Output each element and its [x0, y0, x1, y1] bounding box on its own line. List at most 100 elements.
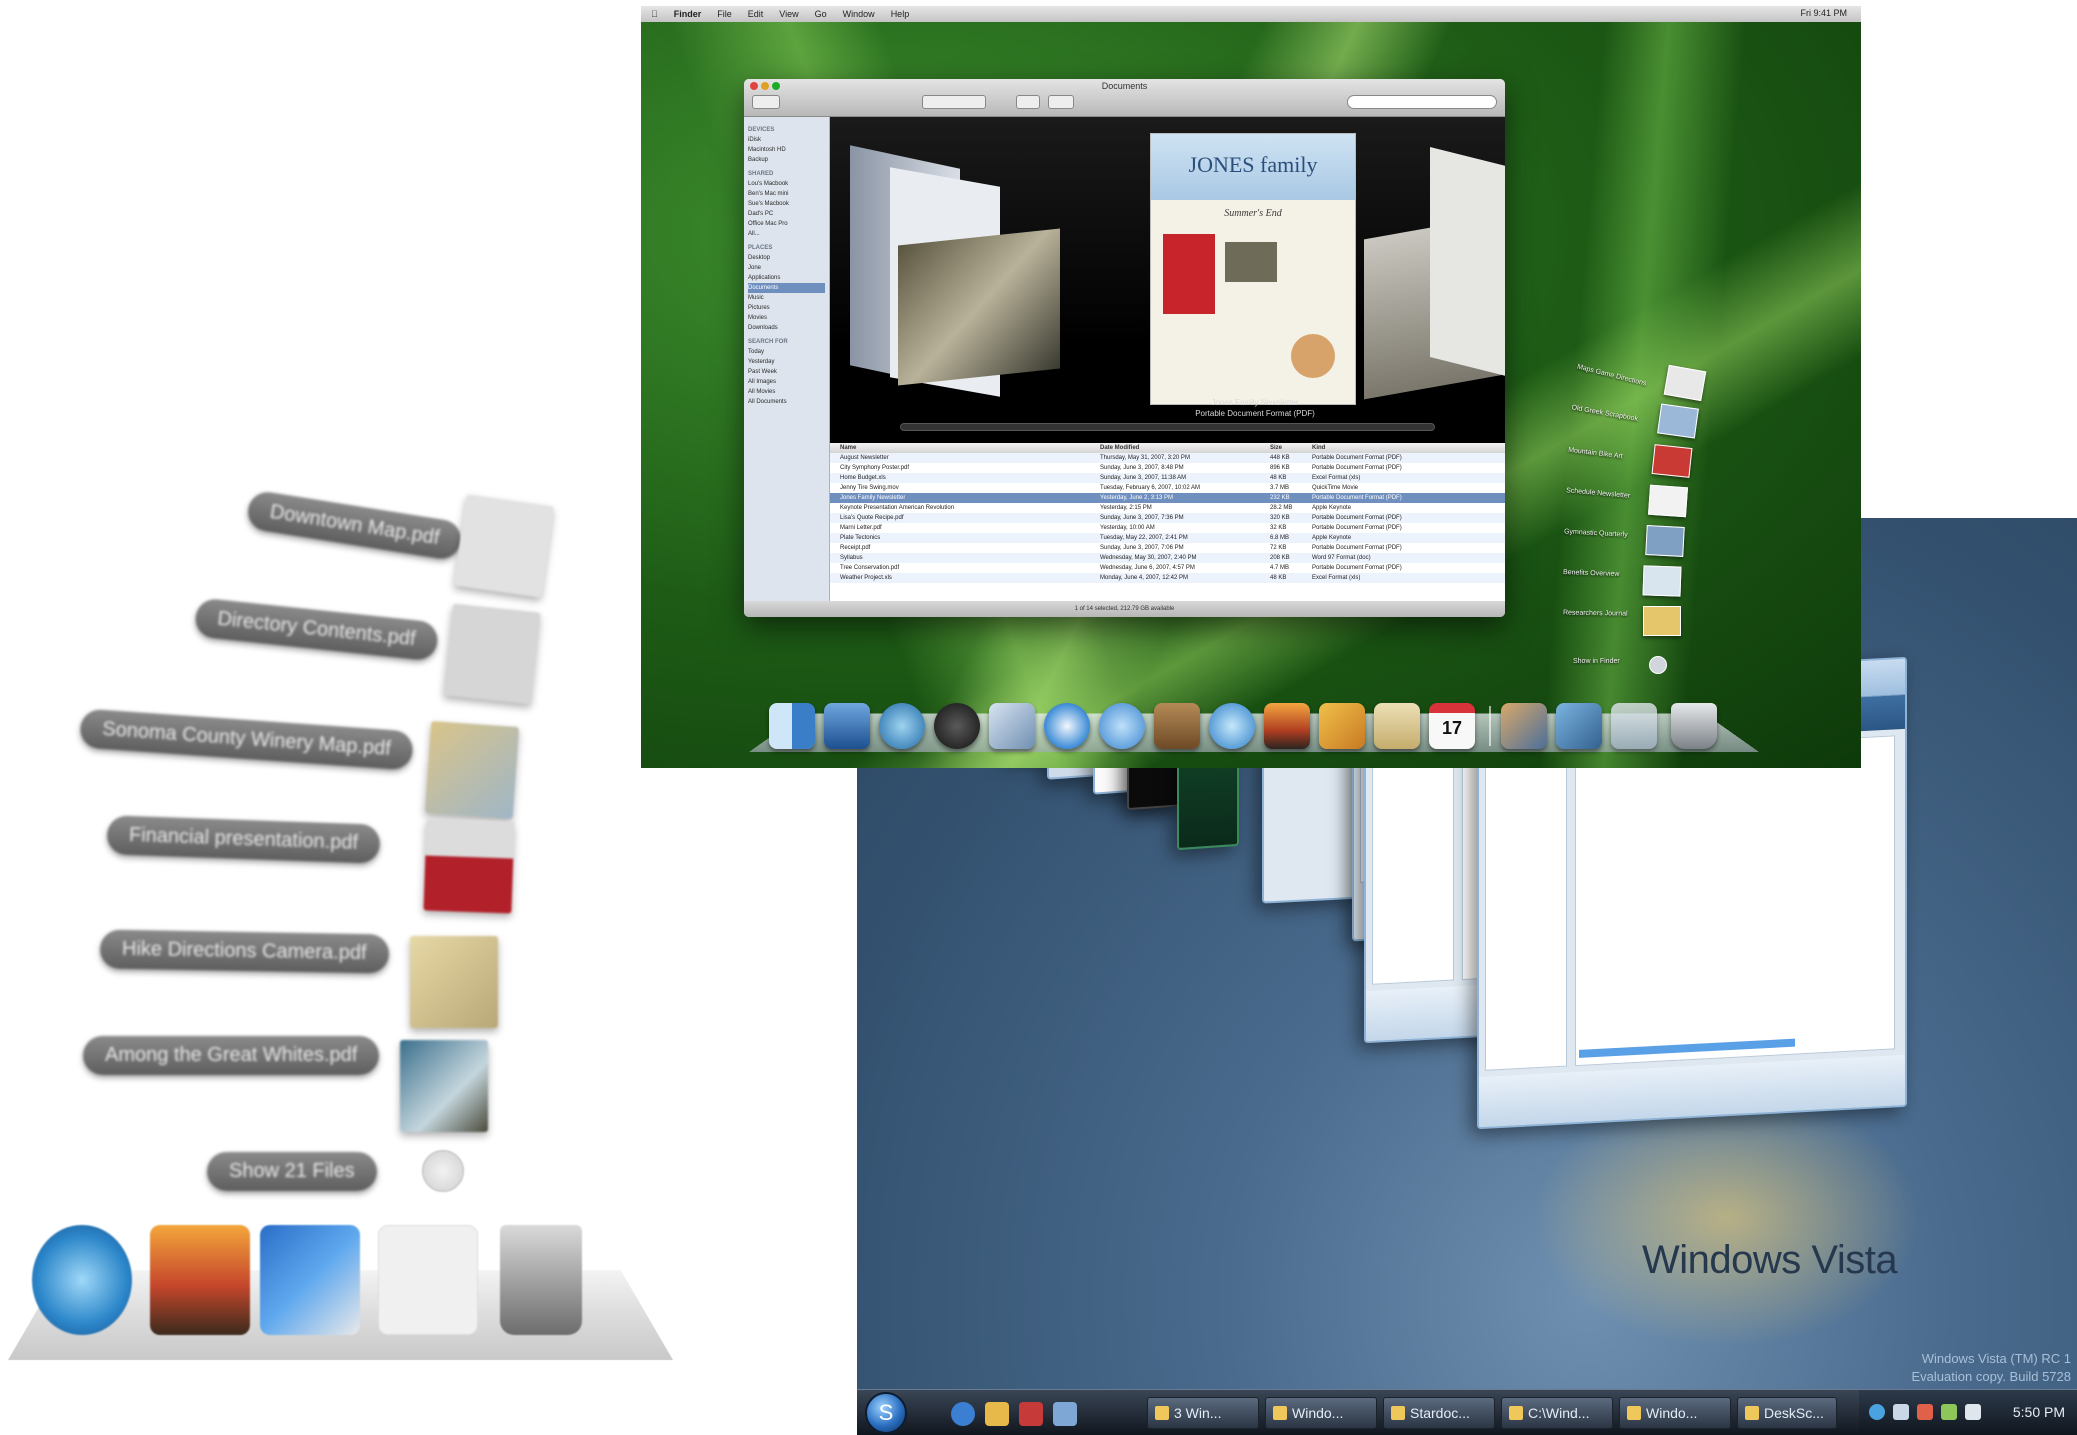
stack-item[interactable]: Hike Directions Camera.pdf	[99, 929, 389, 974]
sidebar-item[interactable]: Sue's Macbook	[748, 199, 825, 209]
show-in-finder-label[interactable]: Show in Finder	[1573, 658, 1620, 665]
file-row[interactable]: Keynote Presentation American Revolution…	[830, 503, 1505, 513]
stack-item-thumbnail[interactable]	[423, 818, 515, 914]
quicklaunch-icon[interactable]	[985, 1402, 1009, 1426]
coverflow-view[interactable]: JONES family Summer's End Jones Family N…	[830, 117, 1505, 443]
file-row[interactable]: August Newsletter Thursday, May 31, 2007,…	[830, 453, 1505, 463]
menu-window[interactable]: Window	[843, 9, 875, 19]
tray-icon[interactable]	[1917, 1404, 1933, 1420]
file-row-selected[interactable]: Jones Family Newsletter Yesterday, June 2…	[830, 493, 1505, 503]
tray-icon[interactable]	[1941, 1404, 1957, 1420]
clock[interactable]: 5:50 PM	[2013, 1404, 2065, 1420]
stack-item-thumbnail[interactable]	[1648, 484, 1689, 518]
stack-item-thumbnail[interactable]	[424, 721, 520, 819]
sidebar-item[interactable]: Backup	[748, 155, 825, 165]
file-list[interactable]	[1575, 735, 1895, 1067]
sidebar-item[interactable]: Dad's PC	[748, 209, 825, 219]
sidebar-item[interactable]: Today	[748, 347, 825, 357]
column-header-size[interactable]: Size	[1270, 443, 1312, 453]
sidebar-item[interactable]: Office Mac Pro	[748, 219, 825, 229]
mail-icon[interactable]	[989, 703, 1035, 749]
coverflow-selected-item[interactable]: JONES family Summer's End	[1150, 133, 1356, 405]
sidebar-item[interactable]: Movies	[748, 313, 825, 323]
stack-item-thumbnail[interactable]	[1642, 565, 1682, 597]
show-more-files[interactable]: Show 21 Files	[207, 1152, 377, 1191]
stack-item-label[interactable]: Directory Contents.pdf	[193, 597, 440, 662]
finder-window[interactable]: Documents DEVICES iDisk Macintosh HD Bac…	[744, 79, 1505, 617]
menu-view[interactable]: View	[779, 9, 798, 19]
stack-item-thumbnail[interactable]	[1651, 444, 1693, 478]
stack-item-thumbnail[interactable]	[454, 494, 554, 598]
column-header-name[interactable]: Name	[840, 443, 1100, 453]
file-row[interactable]: Syllabus Wednesday, May 30, 2007, 2:40 PM…	[830, 553, 1505, 563]
file-row[interactable]: Lisa's Quote Recipe.pdf Sunday, June 3, 2…	[830, 513, 1505, 523]
sidebar-item[interactable]: Macintosh HD	[748, 145, 825, 155]
sidebar-item[interactable]: Pictures	[748, 303, 825, 313]
documents-stack-icon[interactable]	[1556, 703, 1602, 749]
menu-go[interactable]: Go	[815, 9, 827, 19]
arrow-circle-icon[interactable]	[422, 1150, 464, 1192]
itunes-icon[interactable]	[1209, 703, 1255, 749]
sidebar-item[interactable]: Music	[748, 293, 825, 303]
sidebar-item[interactable]: All Documents	[748, 397, 825, 407]
itunes-icon[interactable]	[32, 1225, 132, 1335]
safari-icon[interactable]	[1044, 703, 1090, 749]
menu-finder[interactable]: Finder	[674, 9, 702, 19]
sidebar-item[interactable]: Downloads	[748, 323, 825, 333]
taskbar-button[interactable]: DeskSc...	[1737, 1397, 1837, 1429]
file-row[interactable]: Home Budget.xls Sunday, June 3, 2007, 11:…	[830, 473, 1505, 483]
stack-item-label[interactable]: Hike Directions Camera.pdf	[99, 929, 389, 974]
taskbar-button[interactable]: Stardoc...	[1383, 1397, 1495, 1429]
quicklaunch-icon[interactable]	[1019, 1402, 1043, 1426]
menubar-clock[interactable]: Fri 9:41 PM	[1800, 8, 1847, 18]
stack-item[interactable]: Downtown Map.pdf	[245, 489, 464, 562]
coverflow-scrollbar[interactable]	[900, 423, 1435, 431]
file-row[interactable]: Plate Tectonics Tuesday, May 22, 2007, 2:…	[830, 533, 1505, 543]
stack-item-label[interactable]: Benefits Overview	[1563, 569, 1620, 578]
apple-menu-icon[interactable]: 	[651, 9, 658, 19]
sidebar-item-selected[interactable]: Documents	[748, 283, 825, 293]
show-more-label[interactable]: Show 21 Files	[207, 1152, 377, 1191]
preview-icon[interactable]	[1374, 703, 1420, 749]
stack-icon[interactable]	[378, 1225, 478, 1335]
trash-icon[interactable]	[1671, 703, 1717, 749]
volume-icon[interactable]	[1965, 1404, 1981, 1420]
file-row[interactable]: Jenny Tire Swing.mov Tuesday, February 6,…	[830, 483, 1505, 493]
stack-item-label[interactable]: Researchers Journal	[1563, 609, 1628, 617]
stack-item-label[interactable]: Sonoma County Winery Map.pdf	[79, 708, 414, 771]
quicklook-button[interactable]	[1016, 95, 1040, 109]
column-header-kind[interactable]: Kind	[1312, 443, 1505, 453]
sidebar-item[interactable]: All Images	[748, 377, 825, 387]
downloads-stack-icon[interactable]	[1501, 703, 1547, 749]
stack-item-label[interactable]: Old Greek Scrapbook	[1571, 404, 1639, 423]
file-row[interactable]: Tree Conservation.pdf Wednesday, June 6, …	[830, 563, 1505, 573]
sidebar-item[interactable]: Desktop	[748, 253, 825, 263]
stack-item-label[interactable]: Financial presentation.pdf	[106, 815, 381, 864]
show-desktop-icon[interactable]	[1053, 1402, 1077, 1426]
sidebar-item[interactable]: Past Week	[748, 367, 825, 377]
iphoto-icon[interactable]	[1264, 703, 1310, 749]
imovie-icon[interactable]	[1319, 703, 1365, 749]
menu-file[interactable]: File	[717, 9, 732, 19]
stack-item-label[interactable]: Schedule Newsletter	[1566, 487, 1631, 500]
coverflow-item[interactable]	[1430, 147, 1505, 377]
addressbook-icon[interactable]	[1154, 703, 1200, 749]
coverflow-item[interactable]	[898, 228, 1060, 386]
file-row[interactable]: Weather Project.xls Monday, June 4, 2007,…	[830, 573, 1505, 583]
stack-item[interactable]: Directory Contents.pdf	[193, 597, 440, 662]
arrow-circle-icon[interactable]	[1649, 656, 1667, 674]
taskbar-button[interactable]: Windo...	[1265, 1397, 1377, 1429]
sidebar-item[interactable]: All Movies	[748, 387, 825, 397]
stack-item[interactable]: Sonoma County Winery Map.pdf	[79, 708, 414, 771]
stack-item-label[interactable]: Among the Great Whites.pdf	[83, 1036, 380, 1075]
view-buttons[interactable]	[922, 95, 986, 109]
stack-item-thumbnail[interactable]	[1657, 403, 1699, 439]
stack-item-label[interactable]: Downtown Map.pdf	[245, 489, 464, 562]
network-icon[interactable]	[1869, 1404, 1885, 1420]
timemachine-icon[interactable]	[879, 703, 925, 749]
stack-item[interactable]: Financial presentation.pdf	[106, 815, 381, 864]
stack-item-thumbnail[interactable]	[410, 936, 498, 1028]
file-row[interactable]: City Symphony Poster.pdf Sunday, June 3, …	[830, 463, 1505, 473]
sidebar-item[interactable]: Lou's Macbook	[748, 179, 825, 189]
internet-explorer-icon[interactable]	[951, 1402, 975, 1426]
